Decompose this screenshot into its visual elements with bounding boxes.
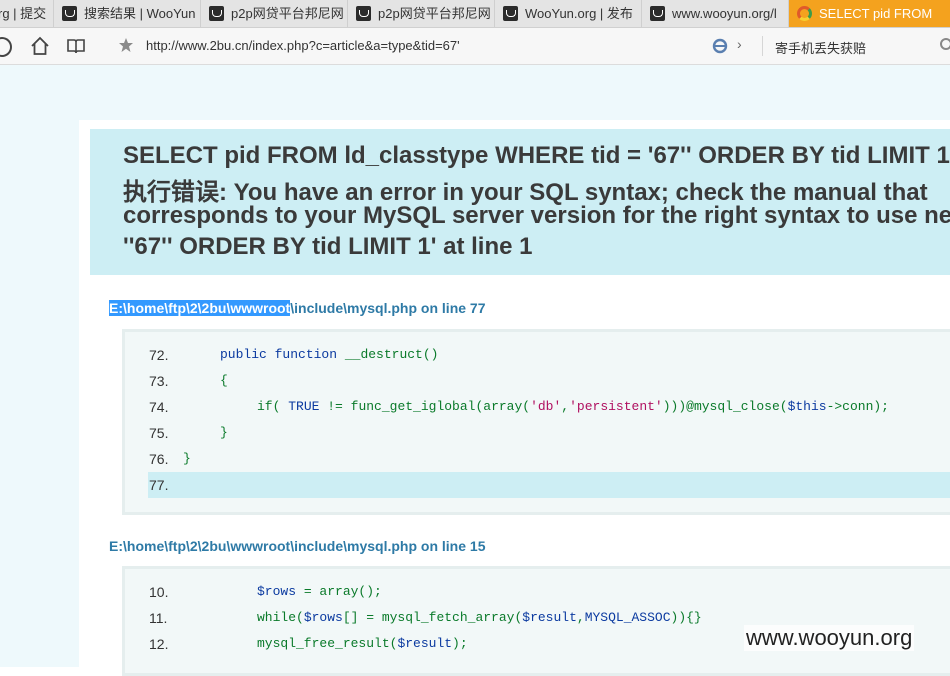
tab-wooyun-publish[interactable]: WooYun.org | 发布 <box>495 0 642 27</box>
line-number: 72. <box>149 347 169 363</box>
line-number: 12. <box>149 636 169 652</box>
error-line: SELECT pid FROM ld_classtype WHERE tid =… <box>123 142 950 169</box>
line-number: 11. <box>149 610 168 626</box>
code-listing: 10. $rows = array(); 11. while($rows[] =… <box>122 566 950 676</box>
tab-p2p-2[interactable]: p2p网贷平台邦尼网 <box>348 0 495 27</box>
tab-wooyun-url[interactable]: www.wooyun.org/l <box>642 0 789 27</box>
chrome-favicon-icon <box>797 6 812 21</box>
chevron-right-icon[interactable]: › <box>737 36 742 52</box>
tab-sql-error[interactable]: SELECT pid FROM <box>789 0 950 27</box>
wooyun-watermark: www.wooyun.org <box>744 625 915 651</box>
reading-list-icon[interactable] <box>66 36 86 56</box>
tab-title: p2p网贷平台邦尼网 <box>378 6 491 21</box>
home-icon[interactable] <box>30 36 50 56</box>
error-line: ''67'' ORDER BY tid LIMIT 1' at line 1 <box>123 233 533 260</box>
error-page-content: SELECT pid FROM ld_classtype WHERE tid =… <box>79 120 950 676</box>
tab-title: SELECT pid FROM <box>819 6 933 21</box>
code-text: public function __destruct() <box>220 347 439 362</box>
ie-mode-icon[interactable] <box>711 37 729 57</box>
code-listing: 72. public function __destruct() 73. { 7… <box>122 329 950 515</box>
line-number: 74. <box>149 399 169 415</box>
reload-icon[interactable] <box>0 37 12 57</box>
selected-path-text: E:\home\ftp\2\2bu\wwwroot <box>109 300 291 316</box>
path-remainder: \include\mysql.php on line 77 <box>290 300 486 316</box>
favorite-star-icon[interactable] <box>118 37 134 57</box>
code-line: 74. if( TRUE != func_get_iglobal(array('… <box>125 394 950 420</box>
line-number: 77. <box>149 477 169 493</box>
trace-file-path: E:\home\ftp\2\2bu\wwwroot\include\mysql.… <box>109 538 486 554</box>
code-line: 73. { <box>125 368 950 394</box>
address-bar[interactable]: http://www.2bu.cn/index.php?c=article&a=… <box>146 38 460 53</box>
code-text: { <box>220 373 228 388</box>
code-text: } <box>220 425 228 440</box>
line-number: 73. <box>149 373 169 389</box>
code-text: while($rows[] = mysql_fetch_array($resul… <box>257 610 702 625</box>
tab-title: 搜索结果 | WooYun <box>84 6 196 21</box>
tab-p2p-1[interactable]: p2p网贷平台邦尼网 <box>201 0 348 27</box>
sql-error-message: SELECT pid FROM ld_classtype WHERE tid =… <box>90 129 950 275</box>
tab-search-results[interactable]: 搜索结果 | WooYun <box>54 0 201 27</box>
page-viewport: SELECT pid FROM ld_classtype WHERE tid =… <box>0 65 950 676</box>
tab-wooyun-submit[interactable]: rg | 提交 <box>0 0 54 27</box>
tab-strip: rg | 提交 搜索结果 | WooYun p2p网贷平台邦尼网 p2p网贷平台… <box>0 0 950 28</box>
trace-file-path: E:\home\ftp\2\2bu\wwwroot\include\mysql.… <box>109 300 486 316</box>
search-icon[interactable] <box>940 38 950 50</box>
tab-title: www.wooyun.org/l <box>672 6 777 21</box>
code-line-error: 77. <box>148 472 950 498</box>
line-number: 76. <box>149 451 169 467</box>
wooyun-favicon-icon <box>650 6 665 21</box>
code-line: 72. public function __destruct() <box>125 342 950 368</box>
code-line: 75. } <box>125 420 950 446</box>
browser-toolbar: http://www.2bu.cn/index.php?c=article&a=… <box>0 28 950 65</box>
wooyun-favicon-icon <box>503 6 518 21</box>
tab-title: rg | 提交 <box>0 6 47 21</box>
search-box[interactable]: 寄手机丢失获赔 <box>775 38 866 57</box>
code-line: 76. } <box>125 446 950 472</box>
wooyun-favicon-icon <box>209 6 224 21</box>
code-text: $rows = array(); <box>257 584 382 599</box>
wooyun-favicon-icon <box>356 6 371 21</box>
toolbar-divider <box>762 36 763 56</box>
line-number: 10. <box>149 584 169 600</box>
code-line: 10. $rows = array(); <box>125 579 950 605</box>
tab-title: p2p网贷平台邦尼网 <box>231 6 344 21</box>
error-line: corresponds to your MySQL server version… <box>123 202 950 229</box>
code-text: mysql_free_result($result); <box>257 636 468 651</box>
tab-title: WooYun.org | 发布 <box>525 6 633 21</box>
line-number: 75. <box>149 425 169 441</box>
code-text: if( TRUE != func_get_iglobal(array('db',… <box>257 399 889 414</box>
wooyun-favicon-icon <box>62 6 77 21</box>
code-text: } <box>183 451 191 466</box>
